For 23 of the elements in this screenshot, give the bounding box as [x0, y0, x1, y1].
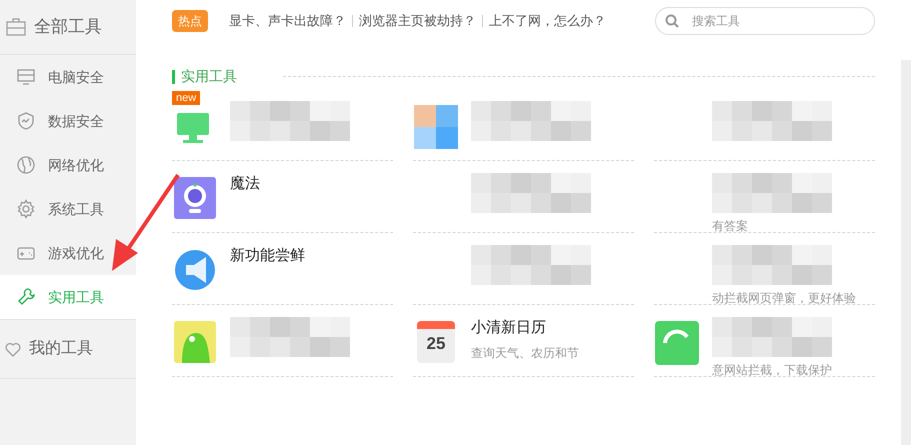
tool-name[interactable]: 小清新日历	[471, 317, 579, 340]
new-badge: new	[172, 91, 200, 105]
sidebar-item[interactable]: 电脑安全	[0, 55, 136, 99]
hot-topic-link[interactable]: 上不了网，怎么办？	[489, 11, 606, 31]
hot-badge: 热点	[172, 10, 208, 32]
sidebar-footer-item[interactable]: 我的工具	[29, 337, 93, 361]
sidebar-item[interactable]: 网络优化	[0, 143, 136, 187]
tool-description: 查询天气、农历和节	[471, 344, 579, 362]
hot-topic-link[interactable]: 浏览器主页被劫持？	[359, 11, 476, 31]
sidebar-item[interactable]: 系统工具	[0, 187, 136, 231]
sidebar-item[interactable]: 游戏优化	[0, 231, 136, 275]
tool-description: 意网站拦截，下载保护	[712, 362, 832, 379]
sidebar-item[interactable]: 数据安全	[0, 99, 136, 143]
tool-name[interactable]: 新功能尝鲜	[230, 245, 305, 268]
section-title: 实用工具	[181, 67, 237, 86]
calendar-icon: 25	[417, 321, 455, 363]
search-field[interactable]: 搜索工具	[655, 7, 875, 35]
tool-name[interactable]: 魔法	[230, 173, 260, 196]
tool-description: 动拦截网页弹窗，更好体验	[712, 290, 856, 307]
sidebar-header[interactable]: 全部工具	[34, 14, 102, 40]
hot-topic-link[interactable]: 显卡、声卡出故障？	[229, 11, 346, 31]
tool-description: 有答案	[712, 218, 749, 235]
sidebar-item[interactable]: 实用工具	[0, 275, 136, 319]
